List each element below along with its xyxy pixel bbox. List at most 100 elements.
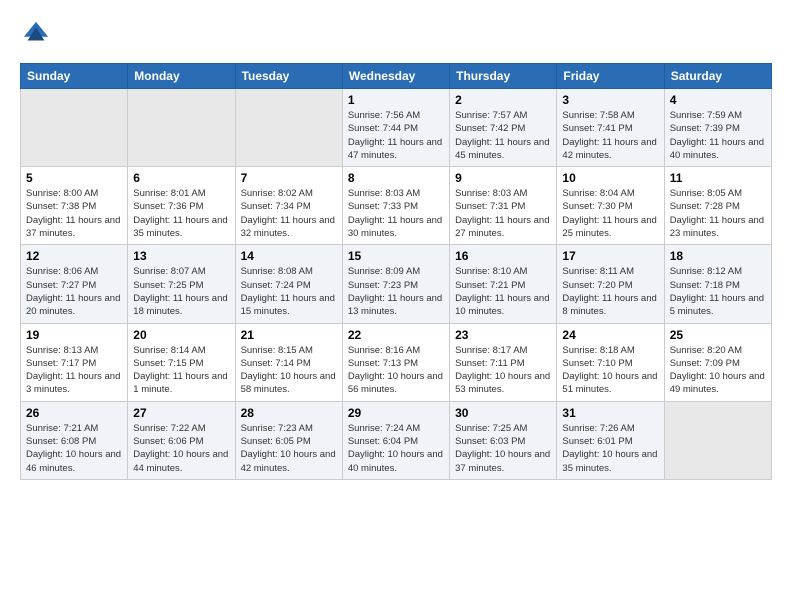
day-number: 30 [455,406,551,420]
day-info: Sunrise: 7:25 AMSunset: 6:03 PMDaylight:… [455,422,551,475]
day-info: Sunrise: 7:23 AMSunset: 6:05 PMDaylight:… [241,422,337,475]
day-number: 6 [133,171,229,185]
calendar-cell: 20 Sunrise: 8:14 AMSunset: 7:15 PMDayligh… [128,323,235,401]
calendar-cell: 5 Sunrise: 8:00 AMSunset: 7:38 PMDaylight… [21,167,128,245]
day-info: Sunrise: 8:01 AMSunset: 7:36 PMDaylight:… [133,187,229,240]
calendar-cell: 6 Sunrise: 8:01 AMSunset: 7:36 PMDaylight… [128,167,235,245]
day-info: Sunrise: 7:21 AMSunset: 6:08 PMDaylight:… [26,422,122,475]
day-info: Sunrise: 8:15 AMSunset: 7:14 PMDaylight:… [241,344,337,397]
day-info: Sunrise: 8:07 AMSunset: 7:25 PMDaylight:… [133,265,229,318]
day-number: 8 [348,171,444,185]
header-day: Tuesday [235,64,342,89]
day-info: Sunrise: 7:22 AMSunset: 6:06 PMDaylight:… [133,422,229,475]
calendar-cell: 11 Sunrise: 8:05 AMSunset: 7:28 PMDayligh… [664,167,771,245]
page-header [20,20,772,53]
day-info: Sunrise: 7:57 AMSunset: 7:42 PMDaylight:… [455,109,551,162]
day-number: 24 [562,328,658,342]
day-info: Sunrise: 8:12 AMSunset: 7:18 PMDaylight:… [670,265,766,318]
calendar-cell: 19Sunrise: 8:13 AMSunset: 7:17 PMDayligh… [21,323,128,401]
logo-icon [22,20,50,48]
calendar-cell: 4 Sunrise: 7:59 AMSunset: 7:39 PMDaylight… [664,89,771,167]
calendar-cell: 21Sunrise: 8:15 AMSunset: 7:14 PMDayligh… [235,323,342,401]
day-info: Sunrise: 8:03 AMSunset: 7:31 PMDaylight:… [455,187,551,240]
calendar-week: 5 Sunrise: 8:00 AMSunset: 7:38 PMDaylight… [21,167,772,245]
calendar-cell: 24 Sunrise: 8:18 AMSunset: 7:10 PMDayligh… [557,323,664,401]
day-number: 9 [455,171,551,185]
day-info: Sunrise: 8:06 AMSunset: 7:27 PMDaylight:… [26,265,122,318]
day-info: Sunrise: 7:26 AMSunset: 6:01 PMDaylight:… [562,422,658,475]
day-number: 10 [562,171,658,185]
calendar-cell: 29 Sunrise: 7:24 AMSunset: 6:04 PMDayligh… [342,401,449,479]
calendar-week: 1Sunrise: 7:56 AMSunset: 7:44 PMDaylight… [21,89,772,167]
calendar-cell: 8 Sunrise: 8:03 AMSunset: 7:33 PMDaylight… [342,167,449,245]
day-number: 11 [670,171,766,185]
day-number: 17 [562,249,658,263]
calendar-cell: 3 Sunrise: 7:58 AMSunset: 7:41 PMDaylight… [557,89,664,167]
logo [20,20,54,53]
calendar-cell: 15Sunrise: 8:09 AMSunset: 7:23 PMDayligh… [342,245,449,323]
day-number: 16 [455,249,551,263]
day-info: Sunrise: 8:17 AMSunset: 7:11 PMDaylight:… [455,344,551,397]
day-info: Sunrise: 8:10 AMSunset: 7:21 PMDaylight:… [455,265,551,318]
calendar-cell: 2 Sunrise: 7:57 AMSunset: 7:42 PMDaylight… [450,89,557,167]
header-day: Monday [128,64,235,89]
calendar-cell: 28 Sunrise: 7:23 AMSunset: 6:05 PMDayligh… [235,401,342,479]
header-day: Sunday [21,64,128,89]
calendar-cell: 18 Sunrise: 8:12 AMSunset: 7:18 PMDayligh… [664,245,771,323]
day-number: 20 [133,328,229,342]
calendar-cell: 10 Sunrise: 8:04 AMSunset: 7:30 PMDayligh… [557,167,664,245]
day-info: Sunrise: 7:59 AMSunset: 7:39 PMDaylight:… [670,109,766,162]
day-number: 4 [670,93,766,107]
calendar-cell [21,89,128,167]
day-info: Sunrise: 8:20 AMSunset: 7:09 PMDaylight:… [670,344,766,397]
header-day: Thursday [450,64,557,89]
day-number: 13 [133,249,229,263]
day-number: 18 [670,249,766,263]
day-info: Sunrise: 8:13 AMSunset: 7:17 PMDaylight:… [26,344,122,397]
calendar-cell: 14 Sunrise: 8:08 AMSunset: 7:24 PMDayligh… [235,245,342,323]
day-number: 29 [348,406,444,420]
day-number: 23 [455,328,551,342]
calendar-cell: 26Sunrise: 7:21 AMSunset: 6:08 PMDayligh… [21,401,128,479]
calendar-cell: 13 Sunrise: 8:07 AMSunset: 7:25 PMDayligh… [128,245,235,323]
day-info: Sunrise: 8:00 AMSunset: 7:38 PMDaylight:… [26,187,122,240]
day-number: 7 [241,171,337,185]
day-number: 28 [241,406,337,420]
day-info: Sunrise: 8:18 AMSunset: 7:10 PMDaylight:… [562,344,658,397]
day-number: 12 [26,249,122,263]
day-info: Sunrise: 8:04 AMSunset: 7:30 PMDaylight:… [562,187,658,240]
day-info: Sunrise: 8:08 AMSunset: 7:24 PMDaylight:… [241,265,337,318]
header-day: Friday [557,64,664,89]
calendar-cell: 12 Sunrise: 8:06 AMSunset: 7:27 PMDayligh… [21,245,128,323]
calendar-cell: 30 Sunrise: 7:25 AMSunset: 6:03 PMDayligh… [450,401,557,479]
day-info: Sunrise: 7:56 AMSunset: 7:44 PMDaylight:… [348,109,444,162]
header-day: Wednesday [342,64,449,89]
calendar-cell: 23 Sunrise: 8:17 AMSunset: 7:11 PMDayligh… [450,323,557,401]
calendar-cell: 17Sunrise: 8:11 AMSunset: 7:20 PMDayligh… [557,245,664,323]
day-number: 22 [348,328,444,342]
day-info: Sunrise: 7:58 AMSunset: 7:41 PMDaylight:… [562,109,658,162]
day-info: Sunrise: 8:14 AMSunset: 7:15 PMDaylight:… [133,344,229,397]
day-number: 14 [241,249,337,263]
header-day: Saturday [664,64,771,89]
calendar-week: 12 Sunrise: 8:06 AMSunset: 7:27 PMDayligh… [21,245,772,323]
calendar-cell: 1Sunrise: 7:56 AMSunset: 7:44 PMDaylight… [342,89,449,167]
calendar-cell: 22Sunrise: 8:16 AMSunset: 7:13 PMDayligh… [342,323,449,401]
calendar-cell: 27 Sunrise: 7:22 AMSunset: 6:06 PMDayligh… [128,401,235,479]
calendar-week: 26Sunrise: 7:21 AMSunset: 6:08 PMDayligh… [21,401,772,479]
day-number: 15 [348,249,444,263]
day-number: 27 [133,406,229,420]
day-number: 5 [26,171,122,185]
day-number: 2 [455,93,551,107]
day-number: 3 [562,93,658,107]
calendar-week: 19Sunrise: 8:13 AMSunset: 7:17 PMDayligh… [21,323,772,401]
calendar-body: 1Sunrise: 7:56 AMSunset: 7:44 PMDaylight… [21,89,772,480]
calendar-cell: 25Sunrise: 8:20 AMSunset: 7:09 PMDayligh… [664,323,771,401]
calendar-cell: 31 Sunrise: 7:26 AMSunset: 6:01 PMDayligh… [557,401,664,479]
day-number: 31 [562,406,658,420]
calendar-cell: 7Sunrise: 8:02 AMSunset: 7:34 PMDaylight… [235,167,342,245]
calendar-header: SundayMondayTuesdayWednesdayThursdayFrid… [21,64,772,89]
day-info: Sunrise: 7:24 AMSunset: 6:04 PMDaylight:… [348,422,444,475]
day-info: Sunrise: 8:05 AMSunset: 7:28 PMDaylight:… [670,187,766,240]
day-info: Sunrise: 8:03 AMSunset: 7:33 PMDaylight:… [348,187,444,240]
